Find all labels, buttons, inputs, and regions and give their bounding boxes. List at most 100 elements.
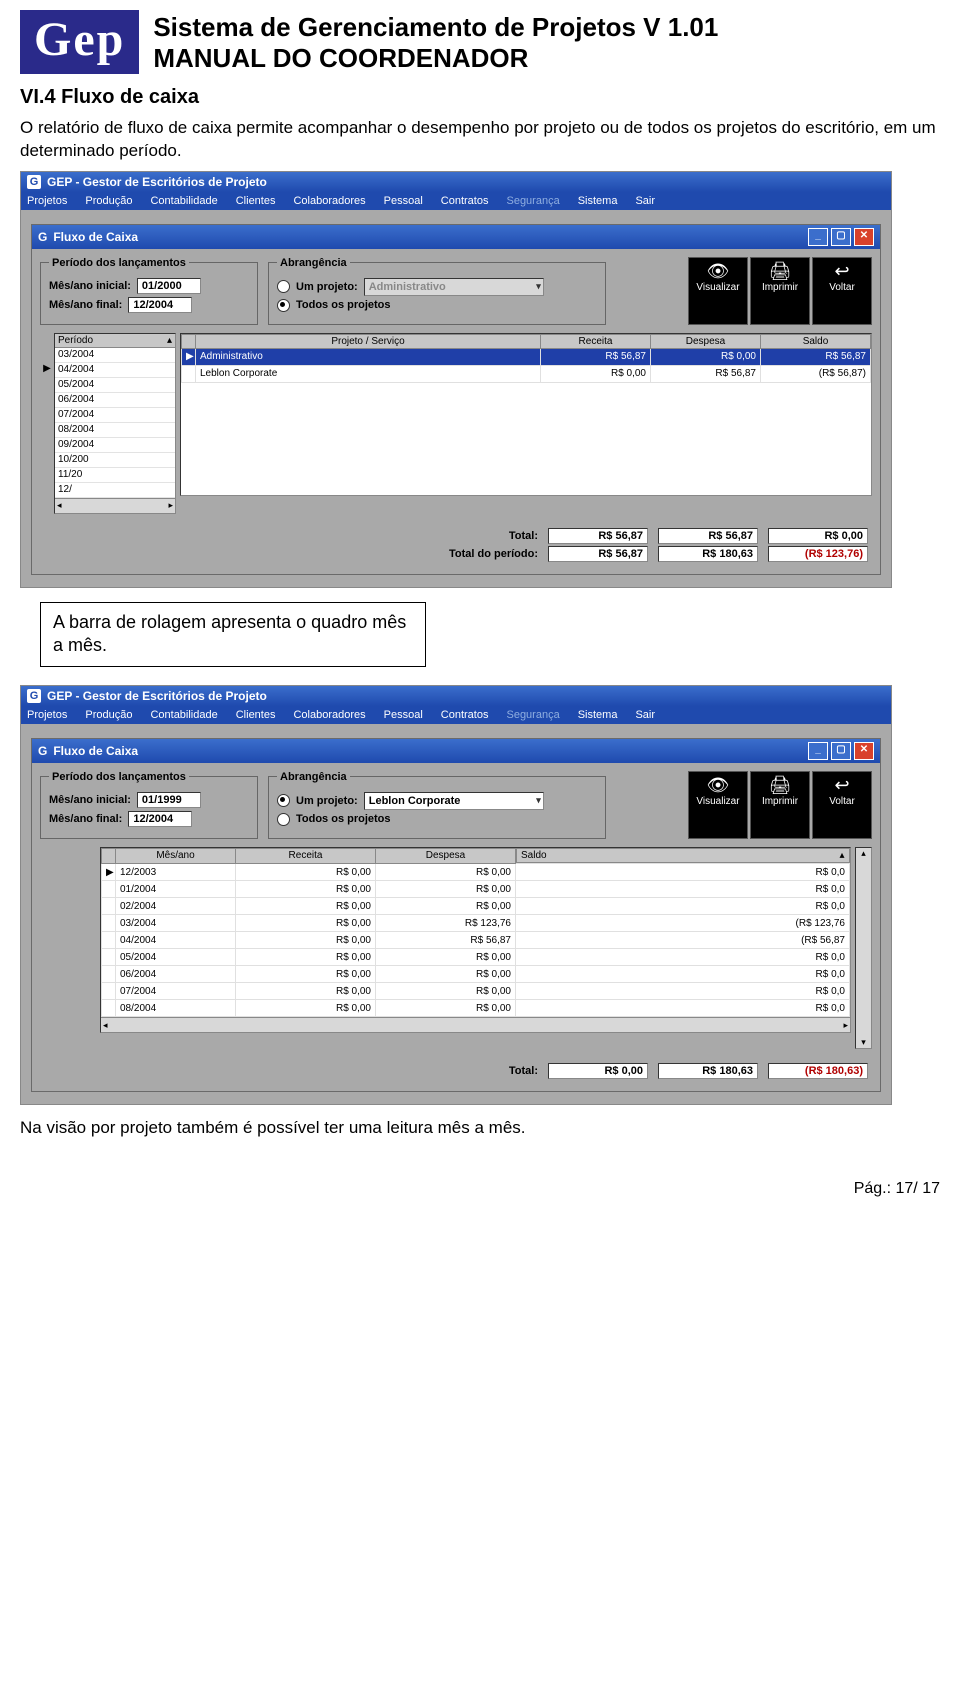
- grid-row[interactable]: 01/2004R$ 0,00R$ 0,00R$ 0,0: [102, 881, 850, 898]
- grid-row[interactable]: 02/2004R$ 0,00R$ 0,00R$ 0,0: [102, 898, 850, 915]
- grid-row[interactable]: 06/2004R$ 0,00R$ 0,00R$ 0,0: [102, 966, 850, 983]
- doc-subtitle: MANUAL DO COORDENADOR: [153, 43, 718, 74]
- menu-producao[interactable]: Produção: [85, 195, 132, 207]
- col-saldo[interactable]: Saldo: [761, 334, 871, 348]
- group-abrangencia-legend: Abrangência: [277, 257, 350, 269]
- maximize-button[interactable]: ▢: [831, 742, 851, 760]
- exit-icon: ↩: [834, 262, 849, 280]
- minimize-button[interactable]: _: [808, 228, 828, 246]
- menubar-2: Projetos Produção Contabilidade Clientes…: [21, 706, 891, 724]
- voltar-button[interactable]: ↩ Voltar: [812, 257, 872, 325]
- menu-pessoal[interactable]: Pessoal: [384, 709, 423, 721]
- grid-row[interactable]: 03/2004R$ 0,00R$ 123,76(R$ 123,76: [102, 915, 850, 932]
- close-button[interactable]: ✕: [854, 742, 874, 760]
- menu-pessoal[interactable]: Pessoal: [384, 195, 423, 207]
- menu-producao[interactable]: Produção: [85, 709, 132, 721]
- chevron-down-icon: ▾: [536, 795, 541, 806]
- grid-row[interactable]: ▶12/2003R$ 0,00R$ 0,00R$ 0,0: [102, 864, 850, 881]
- period-item[interactable]: 06/2004: [55, 393, 175, 408]
- period-item[interactable]: 03/2004: [55, 348, 175, 363]
- eye-icon: 👁: [707, 262, 730, 280]
- period-list[interactable]: Período ▴ 03/2004 04/2004 05/2004 06/200…: [54, 333, 176, 514]
- period-item[interactable]: 05/2004: [55, 378, 175, 393]
- visualizar-button[interactable]: 👁 Visualizar: [688, 257, 748, 325]
- input-mes-final[interactable]: 12/2004: [128, 297, 192, 313]
- period-item[interactable]: 10/200: [55, 453, 175, 468]
- menu-clientes[interactable]: Clientes: [236, 709, 276, 721]
- grid-hscrollbar[interactable]: ◂▸: [101, 1017, 850, 1032]
- close-button[interactable]: ✕: [854, 228, 874, 246]
- grid-row[interactable]: 04/2004R$ 0,00R$ 56,87(R$ 56,87: [102, 932, 850, 949]
- menu-colaboradores[interactable]: Colaboradores: [293, 195, 365, 207]
- app-title: GEP - Gestor de Escritórios de Projeto: [47, 689, 267, 703]
- grid-row[interactable]: ▶ Administrativo R$ 56,87 R$ 0,00 R$ 56,…: [182, 348, 871, 365]
- minimize-button[interactable]: _: [808, 742, 828, 760]
- eye-icon: 👁: [707, 776, 730, 794]
- menu-sair[interactable]: Sair: [635, 709, 655, 721]
- radio-todos-projetos[interactable]: [277, 299, 290, 312]
- total-periodo-saldo: (R$ 123,76): [768, 546, 868, 562]
- total-receita: R$ 56,87: [548, 528, 648, 544]
- visualizar-button[interactable]: 👁 Visualizar: [688, 771, 748, 839]
- menu-sistema[interactable]: Sistema: [578, 709, 618, 721]
- page-footer: Pág.: 17/ 17: [20, 1180, 940, 1198]
- group-abrangencia-legend: Abrangência: [277, 771, 350, 783]
- col-mes[interactable]: Mês/ano: [116, 848, 236, 864]
- period-item[interactable]: 11/20: [55, 468, 175, 483]
- menu-projetos[interactable]: Projetos: [27, 195, 67, 207]
- menu-colaboradores[interactable]: Colaboradores: [293, 709, 365, 721]
- printer-icon: 🖨: [769, 262, 792, 280]
- menu-sistema[interactable]: Sistema: [578, 195, 618, 207]
- menu-seguranca: Segurança: [506, 195, 559, 207]
- period-item[interactable]: 12/: [55, 483, 175, 498]
- grid-row[interactable]: Leblon Corporate R$ 0,00 R$ 56,87 (R$ 56…: [182, 365, 871, 382]
- input-mes-inicial[interactable]: 01/1999: [137, 792, 201, 808]
- menu-contabilidade[interactable]: Contabilidade: [150, 709, 217, 721]
- menu-contabilidade[interactable]: Contabilidade: [150, 195, 217, 207]
- imprimir-button[interactable]: 🖨 Imprimir: [750, 771, 810, 839]
- group-periodo-legend: Período dos lançamentos: [49, 771, 189, 783]
- period-item[interactable]: 07/2004: [55, 408, 175, 423]
- menu-clientes[interactable]: Clientes: [236, 195, 276, 207]
- combo-projeto[interactable]: Leblon Corporate▾: [364, 792, 544, 810]
- radio-um-projeto[interactable]: [277, 280, 290, 293]
- grid-row[interactable]: 05/2004R$ 0,00R$ 0,00R$ 0,0: [102, 949, 850, 966]
- period-scrollbar[interactable]: ◂▸: [55, 498, 175, 513]
- label-um-projeto: Um projeto:: [296, 795, 358, 807]
- app-icon: G: [27, 689, 41, 703]
- menu-contratos[interactable]: Contratos: [441, 195, 489, 207]
- imprimir-button[interactable]: 🖨 Imprimir: [750, 257, 810, 325]
- combo-projeto[interactable]: Administrativo▾: [364, 278, 544, 296]
- period-header: Período: [58, 335, 93, 346]
- row-pointer-icon: ▶: [182, 348, 196, 365]
- group-periodo-legend: Período dos lançamentos: [49, 257, 189, 269]
- menu-projetos[interactable]: Projetos: [27, 709, 67, 721]
- col-projeto[interactable]: Projeto / Serviço: [196, 334, 541, 348]
- printer-icon: 🖨: [769, 776, 792, 794]
- input-mes-final[interactable]: 12/2004: [128, 811, 192, 827]
- menu-contratos[interactable]: Contratos: [441, 709, 489, 721]
- col-despesa[interactable]: Despesa: [376, 848, 516, 864]
- col-saldo[interactable]: Saldo: [521, 850, 547, 861]
- label-total: Total:: [378, 530, 538, 542]
- sort-up-icon[interactable]: ▴: [839, 850, 844, 861]
- fluxo-window-2: G Fluxo de Caixa _ ▢ ✕ Período dos lança…: [31, 738, 881, 1092]
- radio-todos-projetos[interactable]: [277, 813, 290, 826]
- grid-row[interactable]: 08/2004R$ 0,00R$ 0,00R$ 0,0: [102, 1000, 850, 1017]
- period-item-selected[interactable]: 04/2004: [55, 363, 175, 378]
- grid-vscrollbar[interactable]: ▴▾: [855, 847, 872, 1049]
- period-item[interactable]: 09/2004: [55, 438, 175, 453]
- input-mes-inicial[interactable]: 01/2000: [137, 278, 201, 294]
- col-despesa[interactable]: Despesa: [651, 334, 761, 348]
- radio-um-projeto[interactable]: [277, 794, 290, 807]
- col-receita[interactable]: Receita: [236, 848, 376, 864]
- grid-row[interactable]: 07/2004R$ 0,00R$ 0,00R$ 0,0: [102, 983, 850, 1000]
- menu-sair[interactable]: Sair: [635, 195, 655, 207]
- sort-up-icon[interactable]: ▴: [167, 335, 172, 346]
- window-icon: G: [38, 744, 47, 758]
- period-item[interactable]: 08/2004: [55, 423, 175, 438]
- maximize-button[interactable]: ▢: [831, 228, 851, 246]
- voltar-button[interactable]: ↩ Voltar: [812, 771, 872, 839]
- label-mes-inicial: Mês/ano inicial:: [49, 794, 131, 806]
- col-receita[interactable]: Receita: [541, 334, 651, 348]
